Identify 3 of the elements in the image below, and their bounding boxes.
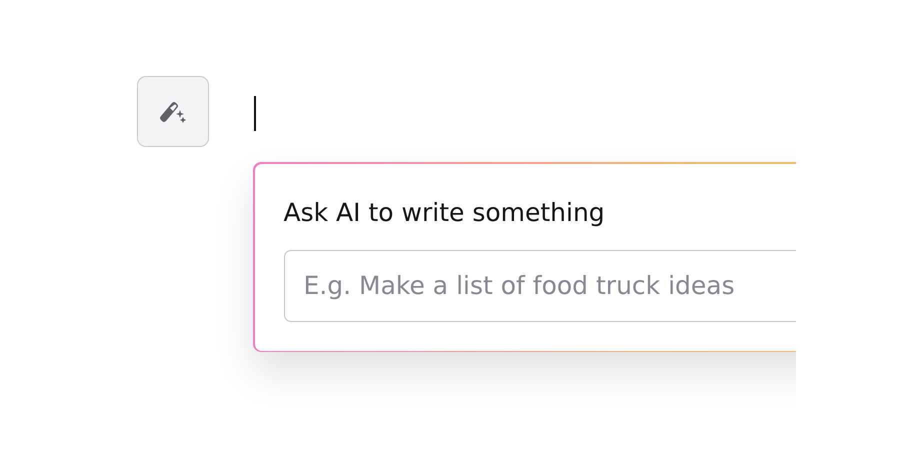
prompt-label: Ask AI to write something [284, 196, 606, 228]
ai-write-button[interactable] [137, 76, 209, 147]
prompt-input-field[interactable]: E.g. Make a list of food truck ideas [284, 250, 796, 322]
